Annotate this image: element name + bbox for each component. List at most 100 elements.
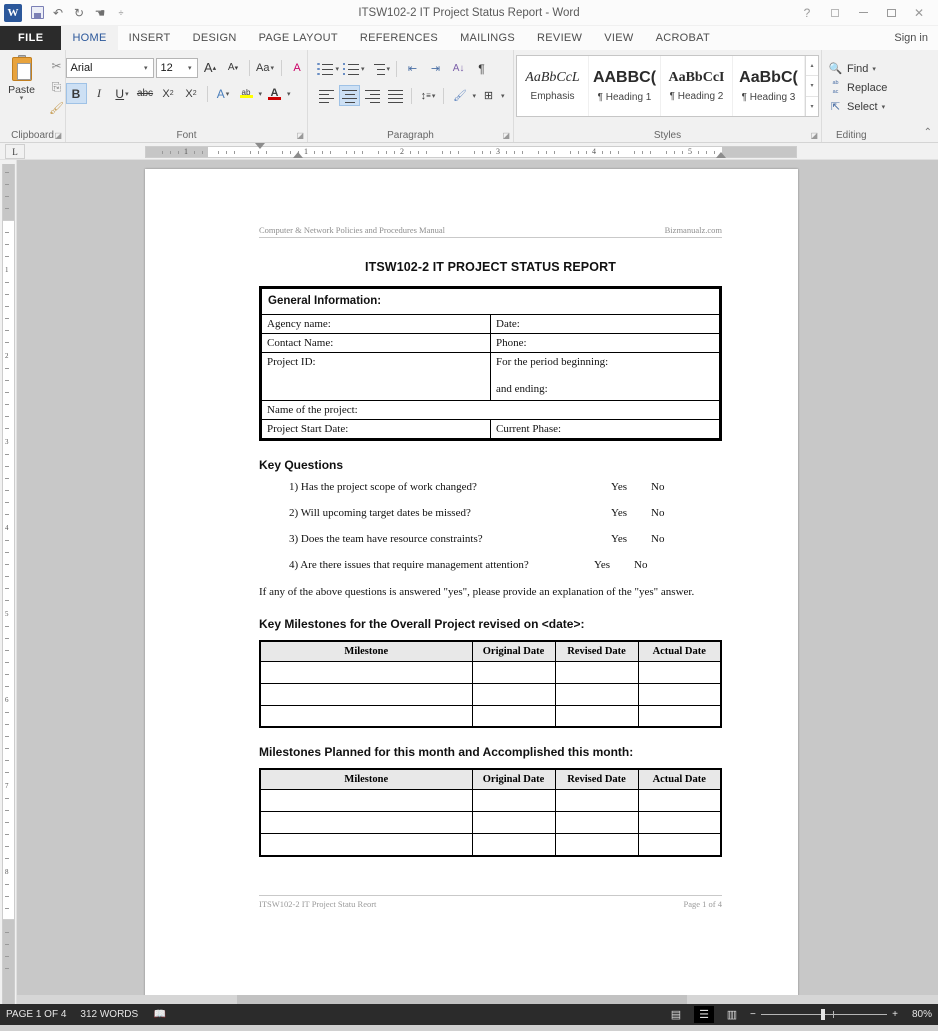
format-painter-icon[interactable]: 🖌 bbox=[47, 99, 67, 117]
paste-dropdown-icon[interactable]: ▾ bbox=[20, 96, 24, 101]
word-count[interactable]: 312 WORDS bbox=[80, 1009, 138, 1020]
tab-insert[interactable]: INSERT bbox=[118, 26, 182, 50]
zoom-out-button[interactable]: − bbox=[750, 1009, 756, 1020]
clear-formatting-icon[interactable]: A bbox=[287, 57, 308, 78]
font-family-dropdown-icon[interactable]: ▾ bbox=[141, 64, 151, 72]
replace-button[interactable]: ᵃᵇᵃᶜ Replace bbox=[826, 78, 887, 97]
page-indicator[interactable]: PAGE 1 OF 4 bbox=[6, 1009, 66, 1020]
tab-view[interactable]: VIEW bbox=[593, 26, 644, 50]
zoom-track[interactable] bbox=[761, 1014, 887, 1015]
close-icon[interactable]: ✕ bbox=[906, 2, 932, 24]
style-emphasis[interactable]: AaBbCcL Emphasis bbox=[517, 56, 589, 116]
clipboard-dialog-launcher-icon[interactable]: ◪ bbox=[54, 131, 62, 140]
print-layout-button[interactable]: ☰ bbox=[694, 1006, 714, 1023]
find-button[interactable]: 🔍 Find ▾ bbox=[826, 59, 887, 78]
show-formatting-marks-button[interactable]: ¶ bbox=[471, 58, 492, 79]
web-layout-button[interactable]: ▥ bbox=[722, 1006, 742, 1023]
italic-button[interactable]: I bbox=[89, 83, 110, 104]
question-1-yes[interactable]: Yes bbox=[611, 481, 627, 493]
document-page[interactable]: Computer & Network Policies and Procedur… bbox=[145, 169, 798, 1004]
strikethrough-button[interactable]: abc bbox=[135, 83, 156, 104]
milestones-month-table[interactable]: Milestone Original Date Revised Date Act… bbox=[259, 768, 722, 857]
superscript-button[interactable]: X2 bbox=[181, 83, 202, 104]
font-dialog-launcher-icon[interactable]: ◪ bbox=[296, 131, 304, 140]
help-icon[interactable]: ? bbox=[794, 2, 820, 24]
tab-stop-selector[interactable]: L bbox=[5, 144, 25, 159]
cell-contact-name[interactable]: Contact Name: bbox=[262, 334, 491, 353]
shrink-font-button[interactable]: A▾ bbox=[223, 57, 244, 78]
tab-page-layout[interactable]: PAGE LAYOUT bbox=[248, 26, 349, 50]
zoom-level[interactable]: 80% bbox=[906, 1009, 932, 1020]
text-effects-button[interactable]: A▾ bbox=[213, 83, 234, 104]
paste-button[interactable]: Paste ▾ bbox=[0, 53, 45, 117]
cell-current-phase[interactable]: Current Phase: bbox=[491, 420, 720, 439]
subscript-button[interactable]: X2 bbox=[158, 83, 179, 104]
shading-button[interactable]: 🖌 bbox=[449, 85, 470, 106]
font-size-dropdown-icon[interactable]: ▾ bbox=[185, 64, 195, 72]
grow-font-button[interactable]: A▴ bbox=[200, 57, 221, 78]
document-canvas[interactable]: Computer & Network Policies and Procedur… bbox=[17, 160, 938, 1004]
cell-project-name[interactable]: Name of the project: bbox=[262, 401, 720, 420]
question-2-no[interactable]: No bbox=[651, 507, 664, 519]
cell-project-start-date[interactable]: Project Start Date: bbox=[262, 420, 491, 439]
tab-references[interactable]: REFERENCES bbox=[349, 26, 449, 50]
milestones-overall-table[interactable]: Milestone Original Date Revised Date Act… bbox=[259, 640, 722, 729]
question-3-yes[interactable]: Yes bbox=[611, 533, 627, 545]
tab-review[interactable]: REVIEW bbox=[526, 26, 593, 50]
horizontal-scrollbar[interactable] bbox=[17, 995, 938, 1004]
customize-qat-icon[interactable]: ÷ bbox=[111, 3, 131, 23]
numbering-button[interactable]: ▾ bbox=[342, 58, 366, 79]
copy-icon[interactable]: ⎘ bbox=[47, 78, 67, 96]
align-left-button[interactable] bbox=[316, 85, 337, 106]
tab-design[interactable]: DESIGN bbox=[182, 26, 248, 50]
tab-home[interactable]: HOME bbox=[61, 26, 117, 50]
change-case-button[interactable]: Aa▾ bbox=[255, 57, 276, 78]
proofing-errors-icon[interactable]: 📖 bbox=[152, 1009, 167, 1020]
question-4-yes[interactable]: Yes bbox=[594, 559, 610, 571]
style-heading-1[interactable]: AABBC( ¶ Heading 1 bbox=[589, 56, 661, 116]
question-3-no[interactable]: No bbox=[651, 533, 664, 545]
cell-date[interactable]: Date: bbox=[491, 315, 720, 334]
redo-icon[interactable]: ↻ bbox=[69, 3, 89, 23]
paragraph-dialog-launcher-icon[interactable]: ◪ bbox=[502, 131, 510, 140]
question-2-yes[interactable]: Yes bbox=[611, 507, 627, 519]
zoom-in-button[interactable]: + bbox=[892, 1009, 898, 1020]
vertical-ruler[interactable]: 1 2 3 4 5 6 7 8 bbox=[0, 160, 17, 1004]
cell-project-id[interactable]: Project ID: bbox=[262, 353, 491, 401]
font-color-button[interactable]: A bbox=[264, 83, 285, 104]
tab-mailings[interactable]: MAILINGS bbox=[449, 26, 526, 50]
styles-scroll-down-icon[interactable]: ▾ bbox=[806, 76, 818, 96]
justify-button[interactable] bbox=[385, 85, 406, 106]
line-spacing-button[interactable]: ↕≡▾ bbox=[417, 85, 438, 106]
collapse-ribbon-icon[interactable]: ⌃ bbox=[924, 127, 932, 138]
underline-button[interactable]: U▾ bbox=[112, 83, 133, 104]
cell-agency-name[interactable]: Agency name: bbox=[262, 315, 491, 334]
styles-more-icon[interactable]: ▾ bbox=[806, 97, 818, 116]
read-mode-button[interactable]: ▤ bbox=[666, 1006, 686, 1023]
cut-icon[interactable]: ✂ bbox=[47, 57, 67, 75]
bullets-button[interactable]: ▾ bbox=[316, 58, 340, 79]
style-heading-3[interactable]: AaBbC( ¶ Heading 3 bbox=[733, 56, 805, 116]
undo-icon[interactable]: ↶ bbox=[48, 3, 68, 23]
multilevel-list-button[interactable]: ▾ bbox=[368, 58, 392, 79]
hanging-indent-marker[interactable] bbox=[293, 152, 303, 158]
align-center-button[interactable] bbox=[339, 85, 360, 106]
first-line-indent-marker[interactable] bbox=[255, 143, 265, 149]
styles-dialog-launcher-icon[interactable]: ◪ bbox=[810, 131, 818, 140]
horizontal-scrollbar-thumb[interactable] bbox=[237, 995, 687, 1004]
zoom-slider-thumb[interactable] bbox=[821, 1009, 825, 1020]
styles-scroll-up-icon[interactable]: ▴ bbox=[806, 56, 818, 76]
ribbon-display-options-icon[interactable] bbox=[822, 2, 848, 24]
touch-mode-icon[interactable]: ☚ bbox=[90, 3, 110, 23]
select-button[interactable]: ⇱ Select ▾ bbox=[826, 97, 887, 116]
text-highlight-button[interactable]: ab bbox=[236, 83, 257, 104]
align-right-button[interactable] bbox=[362, 85, 383, 106]
zoom-slider[interactable]: − + bbox=[750, 1009, 898, 1020]
horizontal-ruler[interactable]: L 1 1 2 3 4 5 bbox=[0, 143, 938, 160]
right-indent-marker[interactable] bbox=[716, 152, 726, 158]
sign-in-link[interactable]: Sign in bbox=[884, 26, 938, 50]
general-information-table[interactable]: General Information: Agency name: Date: … bbox=[259, 286, 722, 441]
sort-button[interactable]: A↓ bbox=[448, 58, 469, 79]
cell-phone[interactable]: Phone: bbox=[491, 334, 720, 353]
increase-indent-button[interactable]: ⇥ bbox=[425, 58, 446, 79]
